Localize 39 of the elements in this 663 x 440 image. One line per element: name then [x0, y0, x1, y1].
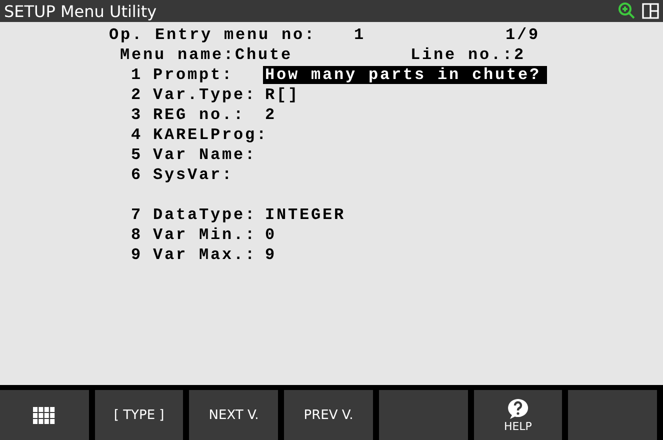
field-label: SysVar:: [153, 166, 235, 184]
line-number-indicator: Line no.:2: [410, 46, 526, 64]
softkey-button[interactable]: [ TYPE ]: [94, 390, 184, 440]
question-bubble-icon: [506, 398, 530, 420]
field-value[interactable]: How many parts in chute?: [263, 66, 547, 84]
field-label: Var.Type:: [153, 86, 258, 104]
field-value[interactable]: 0: [263, 226, 279, 244]
field-value[interactable]: INTEGER: [263, 206, 348, 224]
line-number: 4: [131, 126, 144, 144]
window-title: SETUP Menu Utility: [4, 2, 158, 20]
menu-button[interactable]: [0, 390, 89, 440]
softkey-button[interactable]: NEXT V.: [189, 390, 278, 440]
line-number: 5: [131, 146, 144, 164]
line-number: 8: [131, 226, 144, 244]
softkey-button[interactable]: PREV V.: [284, 390, 373, 440]
line-number: 9: [131, 246, 144, 264]
field-label: KARELProg:: [153, 126, 263, 144]
menu-name: Menu name:Chute: [120, 46, 293, 64]
field-label: REG no.:: [153, 106, 246, 124]
grid-icon: [33, 406, 56, 424]
field-value[interactable]: R[]: [263, 86, 302, 104]
field-label: Var Name:: [153, 146, 258, 164]
line-number: 7: [131, 206, 144, 224]
entry-label: Op. Entry menu no:: [109, 26, 316, 44]
field-label: DataType:: [153, 206, 258, 224]
field-value[interactable]: 9: [263, 246, 279, 264]
line-number: 2: [131, 86, 144, 104]
help-button[interactable]: HELP: [474, 390, 562, 440]
field-label: Var Min.:: [153, 226, 258, 244]
zoom-in-icon[interactable]: [618, 2, 636, 20]
field-label: Var Max.:: [153, 246, 258, 264]
page-indicator: 1/9: [506, 26, 540, 44]
line-number: 1: [131, 66, 144, 84]
entry-value: 1: [354, 26, 366, 44]
field-label: Prompt:: [153, 66, 235, 84]
line-number: 3: [131, 106, 144, 124]
split-window-icon[interactable]: [642, 3, 659, 19]
line-number: 6: [131, 166, 144, 184]
field-value[interactable]: 2: [263, 106, 279, 124]
